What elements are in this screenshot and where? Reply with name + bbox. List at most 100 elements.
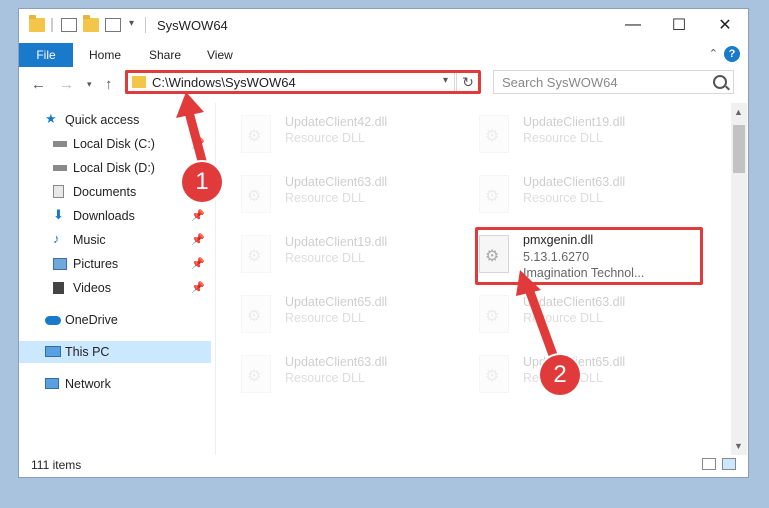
list-item[interactable]: UpdateClient42.dll Resource DLL bbox=[219, 109, 439, 163]
sidebar-item-label: Videos bbox=[73, 281, 111, 295]
list-item[interactable]: UpdateClient63.dll Resource DLL bbox=[457, 169, 677, 223]
pictures-icon bbox=[53, 258, 67, 270]
sidebar-item-downloads[interactable]: ⬇ Downloads 📌 bbox=[19, 205, 211, 227]
cloud-icon bbox=[45, 316, 61, 325]
sidebar-item-onedrive[interactable]: OneDrive bbox=[19, 309, 211, 331]
sidebar-item-label: OneDrive bbox=[65, 313, 118, 327]
file-highlight bbox=[475, 227, 703, 285]
tab-share[interactable]: Share bbox=[149, 48, 181, 62]
file-type: Resource DLL bbox=[523, 131, 603, 145]
search-icon bbox=[713, 75, 727, 89]
close-button[interactable]: ✕ bbox=[702, 9, 748, 41]
list-item[interactable]: UpdateClient65.dll Resource DLL bbox=[219, 289, 439, 343]
star-icon: ★ bbox=[45, 111, 57, 126]
dll-file-icon bbox=[241, 355, 271, 393]
help-icon[interactable]: ? bbox=[724, 46, 740, 62]
sidebar-item-label: Music bbox=[73, 233, 106, 247]
list-item[interactable]: UpdateClient63.dll Resource DLL bbox=[219, 169, 439, 223]
divider bbox=[145, 17, 146, 33]
sidebar-item-music[interactable]: ♪ Music 📌 bbox=[19, 229, 211, 251]
step-badge-1: 1 bbox=[182, 162, 222, 202]
sidebar-item-network[interactable]: Network bbox=[19, 373, 211, 395]
tab-view[interactable]: View bbox=[207, 48, 233, 62]
sidebar-item-this-pc[interactable]: This PC bbox=[19, 341, 211, 363]
up-icon[interactable]: ↑ bbox=[105, 76, 113, 93]
sidebar-item-label: Documents bbox=[73, 185, 137, 199]
minimize-button[interactable]: — bbox=[610, 9, 656, 41]
file-name: UpdateClient63.dll bbox=[523, 295, 626, 309]
dll-file-icon bbox=[241, 295, 271, 333]
tab-file[interactable]: File bbox=[19, 43, 73, 67]
sidebar-item-local-disk-c[interactable]: Local Disk (C:) 📌 bbox=[19, 133, 211, 155]
step-badge-2: 2 bbox=[540, 355, 580, 395]
new-folder-icon[interactable] bbox=[83, 15, 99, 32]
scroll-down-icon[interactable]: ▼ bbox=[734, 441, 743, 451]
documents-icon bbox=[53, 185, 64, 198]
file-list: UpdateClient42.dll Resource DLL UpdateCl… bbox=[219, 103, 729, 455]
search-placeholder: Search SysWOW64 bbox=[502, 75, 618, 90]
title-bar: ▾ SysWOW64 — ☐ ✕ bbox=[19, 9, 748, 43]
sidebar-item-videos[interactable]: Videos 📌 bbox=[19, 277, 211, 299]
pin-icon: 📌 bbox=[191, 258, 205, 270]
list-item[interactable]: UpdateClient63.dll Resource DLL bbox=[219, 349, 439, 403]
file-type: Resource DLL bbox=[285, 191, 365, 205]
drive-icon bbox=[53, 165, 67, 171]
downloads-icon: ⬇ bbox=[53, 207, 64, 222]
dll-file-icon bbox=[241, 175, 271, 213]
forward-icon[interactable]: → bbox=[59, 76, 74, 93]
properties-icon[interactable] bbox=[61, 18, 77, 32]
file-type: Resource DLL bbox=[285, 131, 365, 145]
large-icons-view-icon[interactable] bbox=[722, 458, 736, 470]
file-name: UpdateClient19.dll bbox=[523, 115, 626, 129]
chevron-down-icon[interactable]: ▾ bbox=[129, 18, 134, 29]
file-type: Resource DLL bbox=[523, 191, 603, 205]
window-title: SysWOW64 bbox=[157, 18, 228, 33]
vertical-scrollbar[interactable]: ▲ ▼ bbox=[731, 103, 747, 455]
maximize-button[interactable]: ☐ bbox=[656, 9, 702, 41]
dll-file-icon bbox=[479, 355, 509, 393]
navigation-pane: ★ Quick access Local Disk (C:) 📌 Local D… bbox=[19, 103, 216, 455]
scroll-thumb[interactable] bbox=[733, 125, 745, 173]
scroll-up-icon[interactable]: ▲ bbox=[734, 107, 743, 117]
recent-locations-icon[interactable]: ▾ bbox=[87, 79, 92, 90]
status-bar: 111 items bbox=[19, 453, 748, 477]
tab-home[interactable]: Home bbox=[89, 48, 121, 62]
dll-file-icon bbox=[479, 115, 509, 153]
file-type: Resource DLL bbox=[285, 251, 365, 265]
sidebar-item-label: Local Disk (D:) bbox=[73, 161, 155, 175]
sidebar-item-label: This PC bbox=[65, 345, 110, 359]
list-item[interactable]: UpdateClient63.dll Resource DLL bbox=[457, 289, 677, 343]
file-type: Resource DLL bbox=[285, 371, 365, 385]
divider bbox=[51, 18, 53, 32]
folder-icon bbox=[29, 15, 45, 32]
file-name: UpdateClient63.dll bbox=[285, 355, 388, 369]
computer-icon bbox=[45, 346, 61, 357]
file-name: UpdateClient63.dll bbox=[523, 175, 626, 189]
sidebar-item-label: Pictures bbox=[73, 257, 119, 271]
file-name: UpdateClient42.dll bbox=[285, 115, 388, 129]
search-input[interactable]: Search SysWOW64 bbox=[493, 70, 734, 94]
explorer-window: ▾ SysWOW64 — ☐ ✕ File Home Share View ⌃ … bbox=[18, 8, 749, 478]
item-count: 111 items bbox=[31, 458, 82, 472]
details-view-icon[interactable] bbox=[702, 458, 716, 470]
pin-icon: 📌 bbox=[191, 210, 205, 222]
pin-icon: 📌 bbox=[191, 282, 205, 294]
file-type: Resource DLL bbox=[285, 311, 365, 325]
drive-icon bbox=[53, 141, 67, 147]
dll-file-icon bbox=[241, 115, 271, 153]
address-highlight bbox=[125, 70, 481, 94]
network-icon bbox=[45, 378, 59, 389]
list-item[interactable]: UpdateClient19.dll Resource DLL bbox=[219, 229, 439, 283]
music-icon: ♪ bbox=[53, 231, 60, 246]
list-item[interactable]: UpdateClient19.dll Resource DLL bbox=[457, 109, 677, 163]
sidebar-item-label: Local Disk (C:) bbox=[73, 137, 155, 151]
file-name: UpdateClient65.dll bbox=[285, 295, 388, 309]
file-name: UpdateClient19.dll bbox=[285, 235, 388, 249]
file-type: Resource DLL bbox=[523, 311, 603, 325]
dll-file-icon bbox=[479, 295, 509, 333]
back-icon[interactable]: ← bbox=[31, 76, 46, 93]
sidebar-item-pictures[interactable]: Pictures 📌 bbox=[19, 253, 211, 275]
sidebar-item-quick-access[interactable]: ★ Quick access bbox=[19, 109, 211, 131]
chevron-up-icon[interactable]: ⌃ bbox=[709, 47, 718, 60]
customize-qat-icon[interactable] bbox=[105, 18, 121, 32]
